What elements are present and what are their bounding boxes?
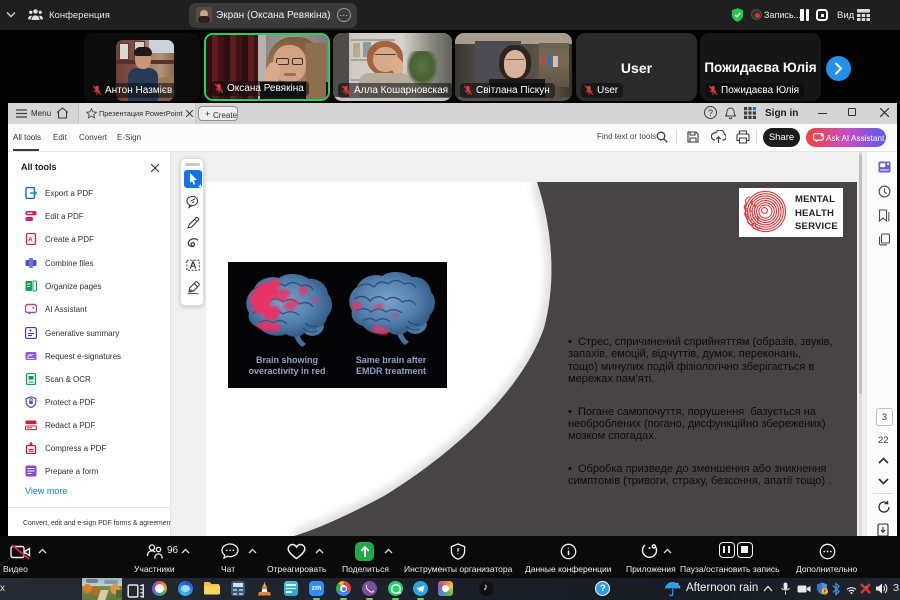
svg-text:Same brain after: Same brain after [356, 355, 427, 365]
svg-text:overactivity in red: overactivity in red [248, 366, 325, 376]
svg-text:Brain showing: Brain showing [256, 355, 318, 365]
svg-text:A: A [28, 237, 33, 244]
svg-text:EMDR treatment: EMDR treatment [356, 366, 426, 376]
